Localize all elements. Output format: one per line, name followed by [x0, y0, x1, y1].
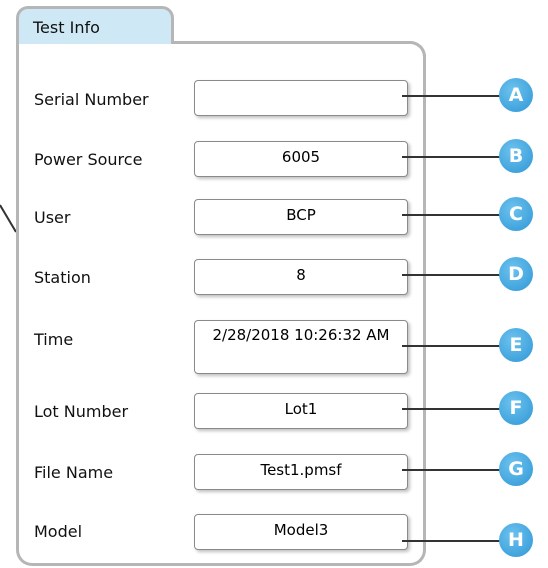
callout-c-badge: C: [499, 197, 533, 231]
tab-label: Test Info: [33, 18, 100, 37]
station-field[interactable]: 8: [194, 259, 408, 295]
user-field[interactable]: BCP: [194, 199, 408, 235]
serial-number-field[interactable]: [194, 80, 408, 116]
file-name-field[interactable]: Test1.pmsf: [194, 454, 408, 490]
lot-number-field[interactable]: Lot1: [194, 393, 408, 429]
callout-connector: [402, 156, 502, 158]
file-name-label: File Name: [34, 463, 114, 482]
serial-number-label: Serial Number: [34, 90, 149, 109]
callout-connector: [402, 214, 502, 216]
callout-b-badge: B: [499, 139, 533, 173]
callout-connector: [402, 540, 502, 542]
callout-connector: [402, 469, 502, 471]
station-label: Station: [34, 268, 91, 287]
callout-d-badge: D: [499, 257, 533, 291]
time-label: Time: [34, 330, 74, 349]
tab-test-info[interactable]: Test Info: [16, 6, 174, 44]
callout-h-badge: H: [499, 523, 533, 557]
callout-g-badge: G: [499, 452, 533, 486]
panel-top-border: [171, 41, 426, 69]
callout-connector: [402, 408, 502, 410]
model-field[interactable]: Model3: [194, 514, 408, 550]
power-source-label: Power Source: [34, 150, 143, 169]
callout-connector: [402, 95, 502, 97]
time-field[interactable]: 2/28/2018 10:26:32 AM: [194, 320, 408, 374]
callout-connector: [402, 345, 502, 347]
callout-a-badge: A: [499, 78, 533, 112]
callout-connector: [402, 274, 502, 276]
callout-e-badge: E: [499, 328, 533, 362]
user-label: User: [34, 208, 71, 227]
lot-number-label: Lot Number: [34, 402, 129, 421]
callout-f-badge: F: [499, 391, 533, 425]
model-label: Model: [34, 522, 83, 541]
power-source-field[interactable]: 6005: [194, 141, 408, 177]
